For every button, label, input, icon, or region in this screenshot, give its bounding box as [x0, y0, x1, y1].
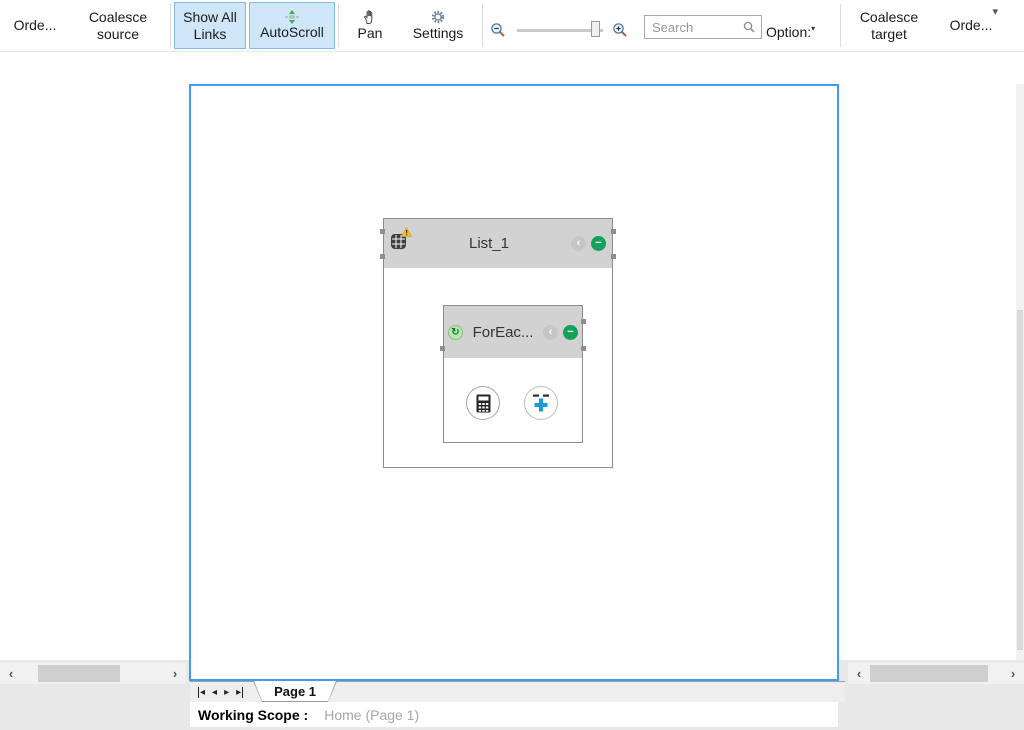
scrollbar-thumb[interactable]	[1017, 310, 1023, 650]
connector-stub[interactable]	[611, 254, 616, 259]
options-label: Option:	[766, 24, 811, 40]
connector-stub[interactable]	[380, 254, 385, 259]
pan-button[interactable]: Pan	[344, 2, 396, 49]
right-horizontal-scrollbar[interactable]: ‹ ›	[848, 663, 1024, 684]
button-label: Pan	[358, 25, 383, 42]
button-label: AutoScroll	[260, 24, 324, 41]
working-scope-bar: Working Scope : Home (Page 1)	[190, 702, 838, 727]
zoom-in-icon[interactable]	[612, 22, 628, 38]
add-icon	[532, 394, 550, 412]
scrollbar-track[interactable]	[22, 663, 164, 684]
options-dropdown[interactable]: Option:▾	[766, 24, 815, 40]
toolbar-separator	[482, 4, 483, 47]
chevron-down-icon: ▾	[811, 24, 815, 33]
working-scope-label: Working Scope :	[198, 707, 308, 723]
add-item-function-node[interactable]	[524, 386, 558, 420]
button-label: Orde...	[950, 17, 993, 34]
list-1-header[interactable]: List_1 ‹ −	[384, 219, 612, 268]
autoscroll-button[interactable]: AutoScroll	[249, 2, 335, 49]
zoom-out-icon[interactable]	[490, 22, 506, 38]
calculator-icon	[476, 394, 491, 413]
first-page-icon[interactable]: ◂	[198, 687, 205, 698]
right-vertical-scrollbar[interactable]	[1016, 84, 1024, 660]
foreach-icon: ↻	[448, 325, 463, 340]
scrollbar-thumb[interactable]	[38, 665, 120, 682]
search-box	[644, 15, 762, 39]
last-page-icon[interactable]: ▸	[236, 687, 243, 698]
connector-stub[interactable]	[611, 229, 616, 234]
coalesce-source-button[interactable]: Coalesce source	[68, 2, 168, 49]
scroll-left-icon[interactable]: ‹	[0, 663, 22, 684]
toolbar-separator	[170, 4, 171, 47]
settings-button[interactable]: Settings	[400, 2, 476, 49]
working-scope-value: Home (Page 1)	[324, 707, 419, 723]
search-icon[interactable]	[742, 20, 756, 34]
left-horizontal-scrollbar[interactable]: ‹ ›	[0, 663, 186, 684]
toolbar-separator	[840, 4, 841, 47]
search-input[interactable]	[645, 18, 742, 37]
scrollbar-track[interactable]	[870, 663, 1002, 684]
show-all-links-button[interactable]: Show All Links	[174, 2, 246, 49]
page-tab-label: Page 1	[254, 681, 336, 701]
zoom-slider-thumb[interactable]	[591, 21, 600, 37]
order-source-button[interactable]: Orde...	[4, 2, 66, 49]
scroll-right-icon[interactable]: ›	[164, 663, 186, 684]
minimize-button[interactable]: −	[563, 325, 578, 340]
page-tab[interactable]: Page 1	[253, 681, 337, 702]
toolbar-separator	[338, 4, 339, 47]
list-icon	[390, 233, 407, 255]
connector-stub[interactable]	[440, 346, 445, 351]
pan-hand-icon	[362, 9, 378, 25]
connector-stub[interactable]	[581, 319, 586, 324]
connector-stub[interactable]	[581, 346, 586, 351]
previous-page-icon[interactable]: ◂	[212, 687, 217, 698]
toolbar: Orde... Coalesce source Show All Links A…	[0, 0, 1024, 52]
button-label: Coalesce source	[82, 9, 154, 43]
page-navigation: ◂ ◂ ▸ ▸	[190, 682, 253, 702]
connector-stub[interactable]	[380, 229, 385, 234]
box-title: List_1	[412, 235, 566, 252]
button-label: Coalesce target	[854, 9, 924, 43]
warning-icon	[401, 227, 412, 237]
next-page-icon[interactable]: ▸	[224, 687, 229, 698]
collapse-back-button[interactable]: ‹	[571, 236, 586, 251]
scroll-right-icon[interactable]: ›	[1002, 663, 1024, 684]
autoscroll-icon	[284, 10, 300, 24]
scroll-left-icon[interactable]: ‹	[848, 663, 870, 684]
collapse-back-button[interactable]: ‹	[543, 325, 558, 340]
button-label: Show All Links	[179, 9, 241, 43]
foreach-header[interactable]: ↻ ForEac... ‹ −	[444, 306, 582, 358]
button-label: Orde...	[14, 17, 57, 34]
button-label: Settings	[413, 25, 464, 42]
settings-gear-icon	[430, 9, 446, 25]
page-tab-strip: ◂ ◂ ▸ ▸ Page 1	[190, 681, 845, 702]
calculator-function-node[interactable]	[466, 386, 500, 420]
coalesce-target-button[interactable]: Coalesce target	[846, 2, 932, 49]
foreach-box[interactable]: ↻ ForEac... ‹ −	[443, 305, 583, 443]
tab-overflow-caret-icon[interactable]: ▾	[992, 5, 998, 18]
minimize-button[interactable]: −	[591, 236, 606, 251]
box-title: ForEac...	[468, 324, 538, 341]
scrollbar-thumb[interactable]	[870, 665, 988, 682]
